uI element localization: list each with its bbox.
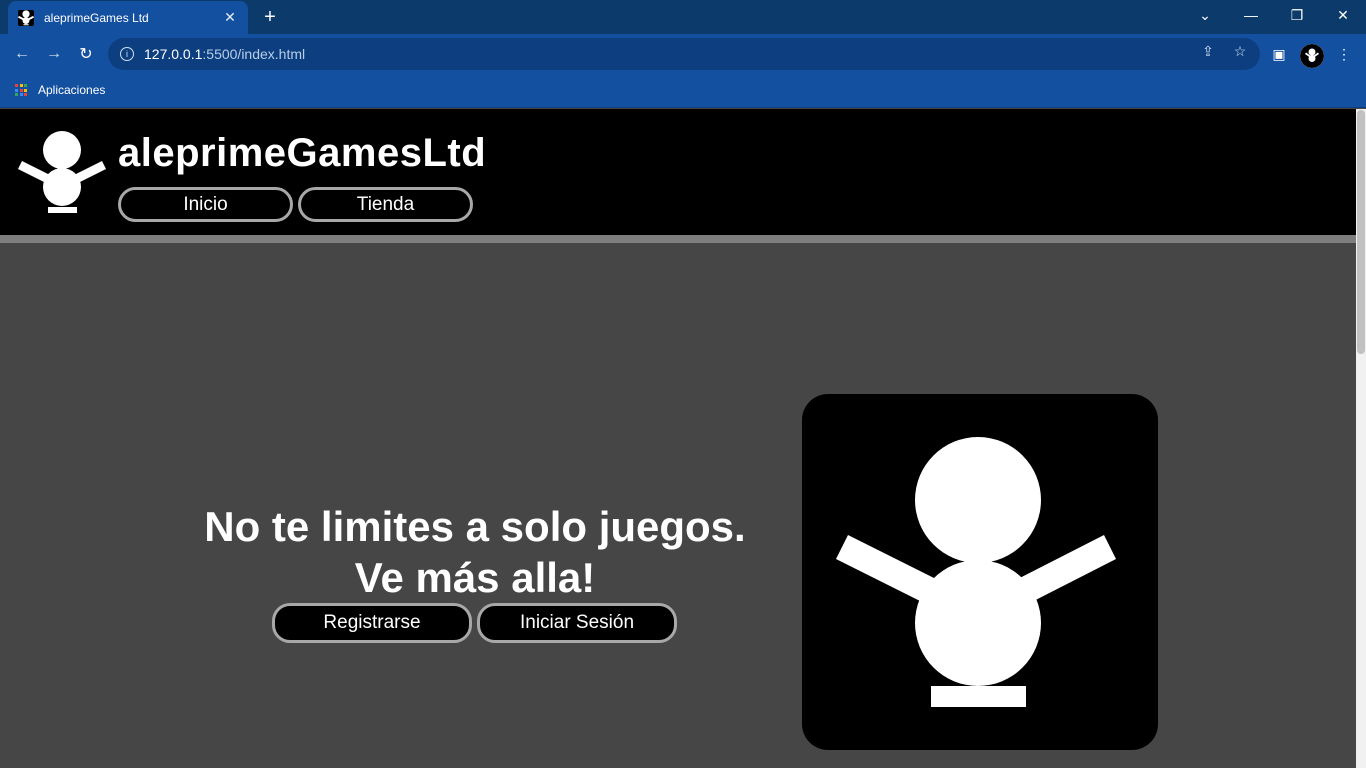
tab-title: aleprimeGames Ltd [44, 10, 149, 25]
register-button[interactable]: Registrarse [272, 603, 472, 643]
page-content: aleprimeGamesLtd Inicio Tienda No te lim… [0, 109, 1356, 768]
scrollbar-thumb[interactable] [1357, 110, 1365, 354]
site-nav: Inicio Tienda [118, 187, 473, 222]
site-logo-icon[interactable] [18, 131, 106, 215]
hero-actions: Registrarse Iniciar Sesión [272, 603, 677, 643]
browser-tab[interactable]: aleprimeGames Ltd ✕ [8, 1, 248, 34]
close-window-button[interactable]: ✕ [1320, 0, 1366, 30]
site-info-icon[interactable]: i [120, 47, 134, 61]
close-tab-icon[interactable]: ✕ [222, 9, 238, 26]
browser-tab-bar: aleprimeGames Ltd ✕ + ⌄ — ❐ ✕ [0, 0, 1366, 34]
apps-bookmark[interactable]: Aplicaciones [15, 83, 105, 97]
apps-label: Aplicaciones [38, 83, 106, 97]
hero-line-2: Ve más alla! [354, 554, 596, 601]
bookmarks-bar: Aplicaciones [0, 74, 1366, 108]
browser-toolbar: ← → ↻ i 127.0.0.1:5500/index.html ⇪ ☆ ▣ … [0, 34, 1366, 74]
favicon-icon [18, 9, 34, 26]
tab-search-icon[interactable]: ⌄ [1182, 0, 1228, 30]
share-icon[interactable]: ⇪ [1199, 42, 1217, 60]
hero-logo-image [802, 394, 1158, 750]
site-header: aleprimeGamesLtd Inicio Tienda [0, 109, 1356, 235]
menu-icon[interactable]: ⋮ [1332, 42, 1356, 66]
reload-icon[interactable]: ↻ [74, 42, 98, 66]
nav-inicio-button[interactable]: Inicio [118, 187, 293, 222]
minimize-button[interactable]: — [1228, 0, 1274, 30]
mascot-icon [836, 437, 1116, 707]
hero-heading: No te limites a solo juegos. Ve más alla… [160, 501, 790, 603]
login-button[interactable]: Iniciar Sesión [477, 603, 677, 643]
forward-icon[interactable]: → [42, 42, 66, 66]
profile-avatar-icon[interactable] [1300, 44, 1324, 68]
back-icon[interactable]: ← [10, 42, 34, 66]
hero-line-1: No te limites a solo juegos. [204, 503, 746, 550]
site-title: aleprimeGamesLtd [118, 131, 487, 175]
apps-grid-icon [15, 84, 27, 96]
header-divider [0, 235, 1356, 243]
nav-tienda-button[interactable]: Tienda [298, 187, 473, 222]
url-path: :5500/index.html [202, 46, 306, 62]
address-bar[interactable]: i 127.0.0.1:5500/index.html [108, 38, 1260, 70]
bookmark-star-icon[interactable]: ☆ [1231, 42, 1249, 60]
side-panel-icon[interactable]: ▣ [1267, 42, 1291, 66]
restore-button[interactable]: ❐ [1274, 0, 1320, 30]
new-tab-button[interactable]: + [258, 5, 282, 29]
url-host: 127.0.0.1 [144, 46, 203, 62]
